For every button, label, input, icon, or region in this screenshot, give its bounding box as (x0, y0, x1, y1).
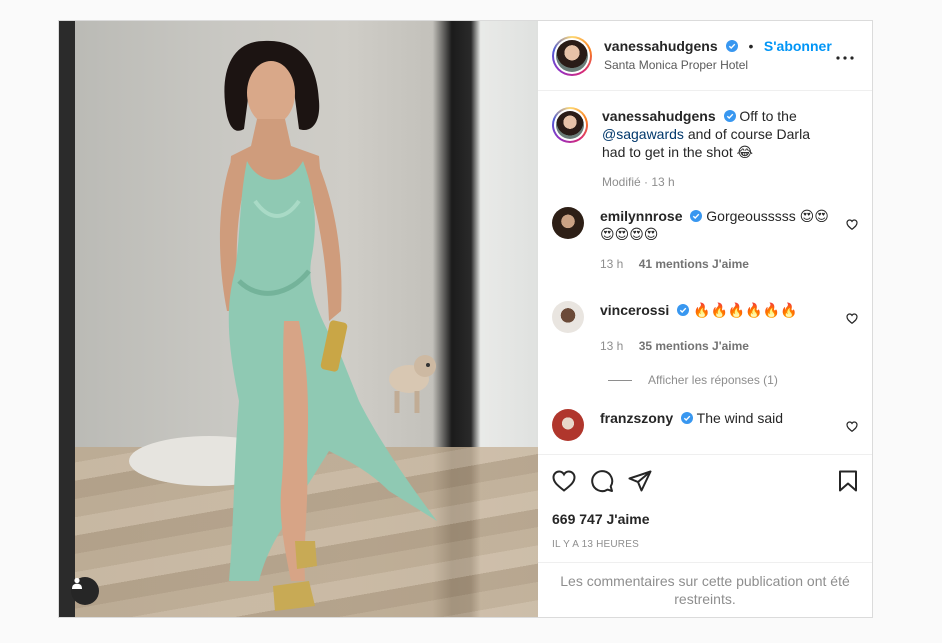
verified-badge-icon (726, 40, 739, 52)
caption-mention[interactable]: @sagawards (602, 126, 684, 142)
more-options-button[interactable] (836, 47, 854, 65)
comment-bubble-icon (591, 470, 614, 493)
photo-illustration (129, 40, 437, 611)
header-text: vanessahudgens • S'abonner Santa Monica … (604, 37, 832, 74)
post-photo[interactable] (59, 21, 538, 617)
save-button[interactable] (838, 470, 858, 492)
post-card: vanessahudgens • S'abonner Santa Monica … (58, 20, 873, 618)
bookmark-icon (839, 470, 857, 492)
post-header: vanessahudgens • S'abonner Santa Monica … (538, 21, 872, 91)
heart-icon (846, 219, 858, 231)
share-button[interactable] (628, 470, 652, 492)
like-button[interactable] (552, 470, 576, 492)
caption-meta: Modifié · 13 h (602, 175, 675, 189)
comment-time[interactable]: 13 h (600, 257, 623, 271)
comment-author[interactable]: franzszony (600, 410, 673, 426)
person-icon (72, 577, 82, 589)
comment-body: vincerossi 🔥🔥🔥🔥🔥🔥 13 h 35 mentions J'aim… (600, 301, 858, 355)
comment-row: emilynnrose Gorgeousssss 😍😍😍😍😍😍 13 h 41 … (552, 207, 858, 273)
comment-text: The wind said (696, 410, 784, 426)
view-replies-label: Afficher les réponses (1) (648, 373, 778, 387)
paper-plane-icon (628, 470, 652, 492)
comment-time[interactable]: 13 h (600, 339, 623, 353)
comment-button[interactable] (590, 469, 614, 493)
caption-author[interactable]: vanessahudgens (602, 108, 716, 124)
like-comment-button[interactable] (846, 217, 858, 235)
separator-dot: • (748, 38, 754, 54)
post-side-panel: vanessahudgens • S'abonner Santa Monica … (538, 21, 872, 617)
comment-row: vincerossi 🔥🔥🔥🔥🔥🔥 13 h 35 mentions J'aim… (552, 301, 858, 355)
caption-row: vanessahudgens Off to the @sagawards and… (552, 107, 858, 191)
verified-badge-icon (723, 110, 736, 122)
mirror-frame (59, 21, 75, 617)
comment-author[interactable]: emilynnrose (600, 208, 682, 224)
likes-count[interactable]: 669 747 J'aime (552, 511, 858, 527)
heart-icon (846, 313, 858, 325)
comment-meta: 13 h 35 mentions J'aime (600, 337, 832, 355)
action-icons (552, 461, 858, 501)
more-horizontal-icon (836, 56, 854, 60)
post-actions: 669 747 J'aime IL Y A 13 HEURES (538, 454, 872, 550)
comment-meta: 13 h 41 mentions J'aime (600, 255, 832, 273)
post-timestamp[interactable]: IL Y A 13 HEURES (552, 539, 858, 550)
like-comment-button[interactable] (846, 311, 858, 329)
view-replies-button[interactable]: Afficher les réponses (1) (608, 373, 858, 387)
verified-badge-icon (681, 412, 694, 424)
follow-button[interactable]: S'abonner (764, 38, 832, 54)
comment-row: franzszony The wind said (552, 409, 858, 441)
heart-icon (552, 470, 576, 492)
verified-badge-icon (677, 304, 690, 316)
comment-body: emilynnrose Gorgeousssss 😍😍😍😍😍😍 13 h 41 … (600, 207, 858, 273)
replies-line (608, 379, 632, 381)
comments-list[interactable]: vanessahudgens Off to the @sagawards and… (538, 91, 872, 454)
commenter-avatar[interactable] (552, 207, 584, 239)
commenter-avatar[interactable] (552, 301, 584, 333)
commenter-avatar[interactable] (552, 409, 584, 441)
comment-author[interactable]: vincerossi (600, 302, 669, 318)
comment-likes[interactable]: 35 mentions J'aime (639, 339, 749, 353)
comment-likes[interactable]: 41 mentions J'aime (639, 257, 749, 271)
comment-text: 🔥🔥🔥🔥🔥🔥 (693, 302, 798, 318)
author-avatar[interactable] (552, 35, 592, 76)
comment-body: franzszony The wind said (600, 409, 858, 441)
avatar-image (556, 39, 588, 72)
author-username[interactable]: vanessahudgens (604, 38, 718, 54)
tagged-users-button[interactable] (71, 577, 99, 605)
caption-body: vanessahudgens Off to the @sagawards and… (602, 107, 858, 191)
heart-icon (846, 421, 858, 433)
comments-restricted-notice: Les commentaires sur cette publication o… (538, 562, 872, 617)
post-location[interactable]: Santa Monica Proper Hotel (604, 56, 832, 74)
caption-avatar[interactable] (552, 107, 588, 143)
verified-badge-icon (690, 210, 703, 222)
like-comment-button[interactable] (846, 419, 858, 437)
avatar-image (556, 111, 584, 139)
caption-text-before: Off to the (739, 108, 797, 124)
